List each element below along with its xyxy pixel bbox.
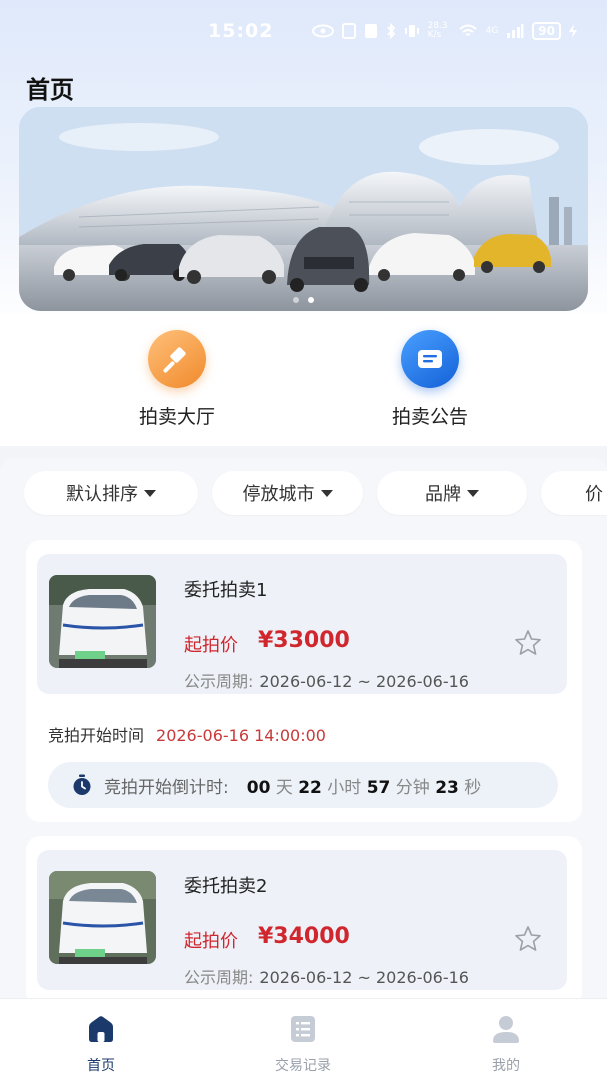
nfc-icon (341, 23, 356, 39)
filter-city-label: 停放城市 (242, 484, 315, 505)
carousel-indicator (19, 297, 588, 303)
countdown-bar: 竞拍开始倒计时: 00 天 22 小时 57 分钟 23 秒 (48, 762, 558, 808)
countdown-days: 00 (246, 777, 271, 798)
period-value: 2026-06-12 ~ 2026-06-16 (259, 672, 469, 691)
status-time: 15:02 (208, 20, 274, 42)
tab-transactions[interactable]: 交易记录 (243, 1013, 363, 1075)
period-value: 2026-06-12 ~ 2026-06-16 (259, 968, 469, 987)
battery-indicator: 90 (532, 22, 561, 40)
signal-icon (507, 24, 524, 38)
eye-icon (311, 24, 334, 38)
status-bar: 15:02 28.3 K/s 4G 90 (0, 0, 607, 62)
countdown-label: 竞拍开始倒计时: (104, 777, 229, 798)
countdown-days-unit: 天 (275, 777, 293, 798)
listing-title: 委托拍卖2 (184, 876, 268, 897)
period-label: 公示周期: (184, 672, 254, 691)
caret-down-icon (467, 489, 479, 497)
listing-card[interactable]: 委托拍卖2 起拍价 ¥34000 公示周期: 2026-06-12 ~ 2026-… (26, 836, 582, 1006)
caret-down-icon (320, 489, 333, 497)
page-title: 首页 (26, 76, 74, 104)
countdown-hours: 22 (298, 777, 322, 798)
favorite-star-icon[interactable] (513, 924, 543, 954)
countdown-hours-unit: 小时 (327, 777, 362, 798)
gavel-icon (148, 330, 206, 388)
start-price-value: ¥33000 (258, 628, 350, 653)
favorite-star-icon[interactable] (513, 628, 543, 658)
countdown-seconds: 23 (435, 777, 459, 798)
list-icon (291, 1016, 315, 1042)
car-thumbnail (49, 575, 156, 668)
auction-notice-label: 拍卖公告 (391, 406, 468, 428)
period-label: 公示周期: (184, 968, 254, 987)
auction-notice-button[interactable]: 拍卖公告 (350, 330, 510, 429)
carousel-dot[interactable] (293, 297, 299, 303)
start-price-label: 起拍价 (184, 931, 238, 952)
carousel-dot-active[interactable] (308, 297, 314, 303)
tab-home-label: 首页 (87, 1058, 115, 1074)
tab-transactions-label: 交易记录 (275, 1058, 331, 1074)
tab-profile[interactable]: 我的 (446, 1013, 566, 1075)
filter-bar: 默认排序 停放城市 品牌 价 (24, 470, 607, 516)
filter-brand-label: 品牌 (425, 484, 461, 505)
listing-card[interactable]: 委托拍卖1 起拍价 ¥33000 公示周期: 2026-06-12 ~ 2026-… (26, 540, 582, 822)
caret-down-icon (144, 489, 156, 497)
tab-profile-label: 我的 (492, 1058, 520, 1074)
auction-hall-label: 拍卖大厅 (138, 406, 215, 428)
signal-label: 4G (485, 26, 499, 36)
banner-image (19, 107, 588, 311)
quick-actions: 拍卖大厅 拍卖公告 (0, 314, 607, 446)
auction-hall-button[interactable]: 拍卖大厅 (97, 330, 257, 429)
banner-carousel[interactable] (19, 107, 588, 311)
bottom-tab-bar: 首页 交易记录 我的 (0, 998, 607, 1080)
start-price-label: 起拍价 (184, 635, 238, 656)
vibrate-icon (404, 25, 419, 37)
countdown-seconds-unit: 秒 (464, 777, 482, 798)
listing-title: 委托拍卖1 (184, 580, 268, 601)
user-icon (493, 1016, 519, 1043)
announcement-icon (401, 330, 459, 388)
sim-icon (364, 24, 377, 38)
charging-icon (569, 24, 577, 38)
countdown-minutes-unit: 分钟 (395, 777, 430, 798)
tab-home[interactable]: 首页 (41, 1013, 161, 1075)
countdown-minutes: 57 (366, 777, 391, 798)
wifi-icon (458, 24, 477, 36)
stopwatch-icon (73, 774, 91, 795)
auction-start-time: 2026-06-16 14:00:00 (156, 726, 326, 745)
filter-price[interactable]: 价 (541, 471, 607, 515)
publicity-period: 公示周期: 2026-06-12 ~ 2026-06-16 (184, 668, 469, 692)
auction-start-row: 竞拍开始时间 2026-06-16 14:00:00 (48, 722, 326, 746)
start-price-value: ¥34000 (258, 924, 350, 949)
car-thumbnail (49, 871, 156, 964)
publicity-period: 公示周期: 2026-06-12 ~ 2026-06-16 (184, 964, 469, 988)
filter-price-label: 价 (585, 484, 603, 505)
status-icons: 28.3 K/s 4G 90 (311, 21, 577, 40)
filter-sort[interactable]: 默认排序 (24, 471, 198, 515)
net-speed: 28.3 K/s (427, 21, 448, 40)
auction-start-label: 竞拍开始时间 (48, 726, 145, 745)
filter-sort-label: 默认排序 (66, 484, 138, 505)
filter-city[interactable]: 停放城市 (212, 471, 363, 515)
filter-brand[interactable]: 品牌 (377, 471, 527, 515)
home-icon (89, 1016, 113, 1042)
bluetooth-icon (386, 23, 395, 39)
